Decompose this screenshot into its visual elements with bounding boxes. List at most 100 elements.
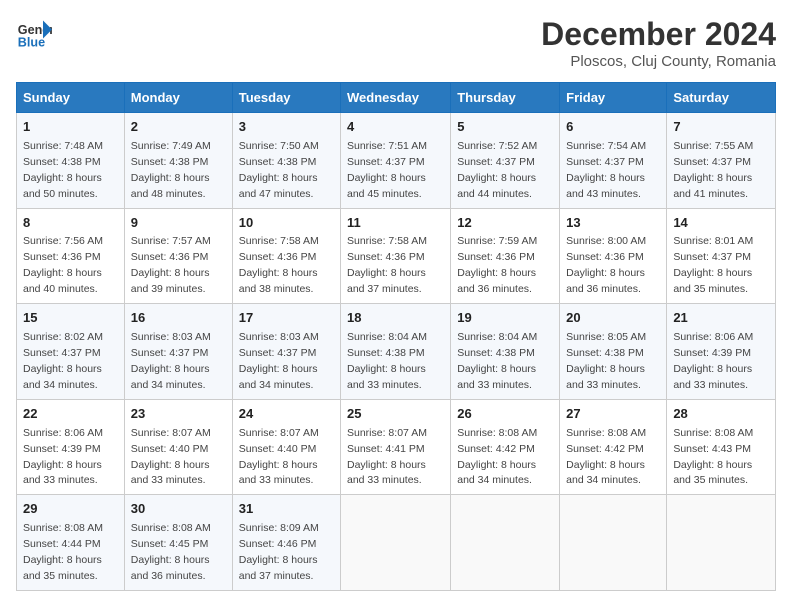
day-number: 23 — [131, 405, 226, 424]
day-number: 17 — [239, 309, 334, 328]
day-detail: Sunrise: 8:03 AMSunset: 4:37 PMDaylight:… — [131, 331, 211, 391]
day-cell — [341, 495, 451, 591]
location-subtitle: Ploscos, Cluj County, Romania — [541, 53, 776, 70]
col-header-sunday: Sunday — [17, 83, 125, 113]
day-cell: 16 Sunrise: 8:03 AMSunset: 4:37 PMDayligh… — [124, 304, 232, 400]
day-detail: Sunrise: 8:01 AMSunset: 4:37 PMDaylight:… — [673, 235, 753, 295]
day-cell: 26 Sunrise: 8:08 AMSunset: 4:42 PMDayligh… — [451, 399, 560, 495]
day-cell: 2 Sunrise: 7:49 AMSunset: 4:38 PMDaylight… — [124, 113, 232, 209]
day-detail: Sunrise: 8:07 AMSunset: 4:41 PMDaylight:… — [347, 427, 427, 487]
day-detail: Sunrise: 7:58 AMSunset: 4:36 PMDaylight:… — [347, 235, 427, 295]
day-cell: 11Sunrise: 7:58 AMSunset: 4:36 PMDayligh… — [341, 208, 451, 304]
day-cell: 20 Sunrise: 8:05 AMSunset: 4:38 PMDayligh… — [560, 304, 667, 400]
day-number: 21 — [673, 309, 769, 328]
day-cell — [560, 495, 667, 591]
day-detail: Sunrise: 7:51 AMSunset: 4:37 PMDaylight:… — [347, 140, 427, 200]
day-detail: Sunrise: 8:08 AMSunset: 4:42 PMDaylight:… — [566, 427, 646, 487]
calendar-week-3: 15 Sunrise: 8:02 AMSunset: 4:37 PMDayligh… — [17, 304, 776, 400]
day-cell: 9Sunrise: 7:57 AMSunset: 4:36 PMDaylight… — [124, 208, 232, 304]
day-detail: Sunrise: 7:52 AMSunset: 4:37 PMDaylight:… — [457, 140, 537, 200]
day-cell: 8 Sunrise: 7:56 AMSunset: 4:36 PMDaylight… — [17, 208, 125, 304]
day-detail: Sunrise: 8:08 AMSunset: 4:45 PMDaylight:… — [131, 522, 211, 582]
day-number: 20 — [566, 309, 660, 328]
day-cell: 7Sunrise: 7:55 AMSunset: 4:37 PMDaylight… — [667, 113, 776, 209]
day-cell: 17 Sunrise: 8:03 AMSunset: 4:37 PMDayligh… — [232, 304, 340, 400]
title-area: December 2024 Ploscos, Cluj County, Roma… — [541, 16, 776, 70]
day-number: 7 — [673, 118, 769, 137]
day-number: 16 — [131, 309, 226, 328]
day-number: 28 — [673, 405, 769, 424]
day-detail: Sunrise: 8:03 AMSunset: 4:37 PMDaylight:… — [239, 331, 319, 391]
day-number: 22 — [23, 405, 118, 424]
day-cell: 5 Sunrise: 7:52 AMSunset: 4:37 PMDaylight… — [451, 113, 560, 209]
day-cell: 19 Sunrise: 8:04 AMSunset: 4:38 PMDayligh… — [451, 304, 560, 400]
day-detail: Sunrise: 7:57 AMSunset: 4:36 PMDaylight:… — [131, 235, 211, 295]
day-detail: Sunrise: 8:04 AMSunset: 4:38 PMDaylight:… — [457, 331, 537, 391]
day-cell: 1Sunrise: 7:48 AMSunset: 4:38 PMDaylight… — [17, 113, 125, 209]
month-title: December 2024 — [541, 16, 776, 53]
day-cell: 6Sunrise: 7:54 AMSunset: 4:37 PMDaylight… — [560, 113, 667, 209]
day-detail: Sunrise: 8:07 AMSunset: 4:40 PMDaylight:… — [131, 427, 211, 487]
page-header: General Blue December 2024 Ploscos, Cluj… — [16, 16, 776, 70]
day-detail: Sunrise: 8:00 AMSunset: 4:36 PMDaylight:… — [566, 235, 646, 295]
day-number: 25 — [347, 405, 444, 424]
day-number: 26 — [457, 405, 553, 424]
svg-text:Blue: Blue — [18, 36, 45, 50]
calendar-week-2: 8 Sunrise: 7:56 AMSunset: 4:36 PMDaylight… — [17, 208, 776, 304]
calendar-week-5: 29Sunrise: 8:08 AMSunset: 4:44 PMDayligh… — [17, 495, 776, 591]
col-header-friday: Friday — [560, 83, 667, 113]
day-number: 10 — [239, 214, 334, 233]
day-detail: Sunrise: 7:58 AMSunset: 4:36 PMDaylight:… — [239, 235, 319, 295]
day-number: 5 — [457, 118, 553, 137]
day-detail: Sunrise: 8:09 AMSunset: 4:46 PMDaylight:… — [239, 522, 319, 582]
day-detail: Sunrise: 8:02 AMSunset: 4:37 PMDaylight:… — [23, 331, 103, 391]
day-detail: Sunrise: 7:56 AMSunset: 4:36 PMDaylight:… — [23, 235, 103, 295]
day-detail: Sunrise: 8:08 AMSunset: 4:43 PMDaylight:… — [673, 427, 753, 487]
day-detail: Sunrise: 7:50 AMSunset: 4:38 PMDaylight:… — [239, 140, 319, 200]
day-number: 2 — [131, 118, 226, 137]
day-cell: 21Sunrise: 8:06 AMSunset: 4:39 PMDayligh… — [667, 304, 776, 400]
day-detail: Sunrise: 8:04 AMSunset: 4:38 PMDaylight:… — [347, 331, 427, 391]
day-detail: Sunrise: 7:49 AMSunset: 4:38 PMDaylight:… — [131, 140, 211, 200]
day-cell: 12Sunrise: 7:59 AMSunset: 4:36 PMDayligh… — [451, 208, 560, 304]
day-number: 24 — [239, 405, 334, 424]
calendar-week-4: 22 Sunrise: 8:06 AMSunset: 4:39 PMDayligh… — [17, 399, 776, 495]
day-cell: 23 Sunrise: 8:07 AMSunset: 4:40 PMDayligh… — [124, 399, 232, 495]
calendar-week-1: 1Sunrise: 7:48 AMSunset: 4:38 PMDaylight… — [17, 113, 776, 209]
day-cell — [451, 495, 560, 591]
day-cell: 13Sunrise: 8:00 AMSunset: 4:36 PMDayligh… — [560, 208, 667, 304]
day-cell — [667, 495, 776, 591]
calendar-table: SundayMondayTuesdayWednesdayThursdayFrid… — [16, 82, 776, 591]
day-number: 4 — [347, 118, 444, 137]
day-detail: Sunrise: 8:08 AMSunset: 4:44 PMDaylight:… — [23, 522, 103, 582]
logo: General Blue — [16, 16, 52, 52]
day-number: 14 — [673, 214, 769, 233]
day-detail: Sunrise: 8:06 AMSunset: 4:39 PMDaylight:… — [23, 427, 103, 487]
day-cell: 10 Sunrise: 7:58 AMSunset: 4:36 PMDayligh… — [232, 208, 340, 304]
day-cell: 4 Sunrise: 7:51 AMSunset: 4:37 PMDaylight… — [341, 113, 451, 209]
day-detail: Sunrise: 7:48 AMSunset: 4:38 PMDaylight:… — [23, 140, 103, 200]
day-number: 18 — [347, 309, 444, 328]
day-cell: 14 Sunrise: 8:01 AMSunset: 4:37 PMDayligh… — [667, 208, 776, 304]
day-cell: 25 Sunrise: 8:07 AMSunset: 4:41 PMDayligh… — [341, 399, 451, 495]
col-header-saturday: Saturday — [667, 83, 776, 113]
day-detail: Sunrise: 7:54 AMSunset: 4:37 PMDaylight:… — [566, 140, 646, 200]
day-number: 3 — [239, 118, 334, 137]
day-number: 19 — [457, 309, 553, 328]
col-header-monday: Monday — [124, 83, 232, 113]
day-cell: 28 Sunrise: 8:08 AMSunset: 4:43 PMDayligh… — [667, 399, 776, 495]
logo-icon: General Blue — [16, 16, 52, 52]
col-header-tuesday: Tuesday — [232, 83, 340, 113]
day-number: 30 — [131, 500, 226, 519]
day-cell: 30 Sunrise: 8:08 AMSunset: 4:45 PMDayligh… — [124, 495, 232, 591]
day-cell: 31Sunrise: 8:09 AMSunset: 4:46 PMDayligh… — [232, 495, 340, 591]
day-detail: Sunrise: 8:05 AMSunset: 4:38 PMDaylight:… — [566, 331, 646, 391]
day-detail: Sunrise: 8:08 AMSunset: 4:42 PMDaylight:… — [457, 427, 537, 487]
day-number: 12 — [457, 214, 553, 233]
day-cell: 18 Sunrise: 8:04 AMSunset: 4:38 PMDayligh… — [341, 304, 451, 400]
day-cell: 27 Sunrise: 8:08 AMSunset: 4:42 PMDayligh… — [560, 399, 667, 495]
day-number: 27 — [566, 405, 660, 424]
day-number: 15 — [23, 309, 118, 328]
day-number: 8 — [23, 214, 118, 233]
day-cell: 3 Sunrise: 7:50 AMSunset: 4:38 PMDaylight… — [232, 113, 340, 209]
